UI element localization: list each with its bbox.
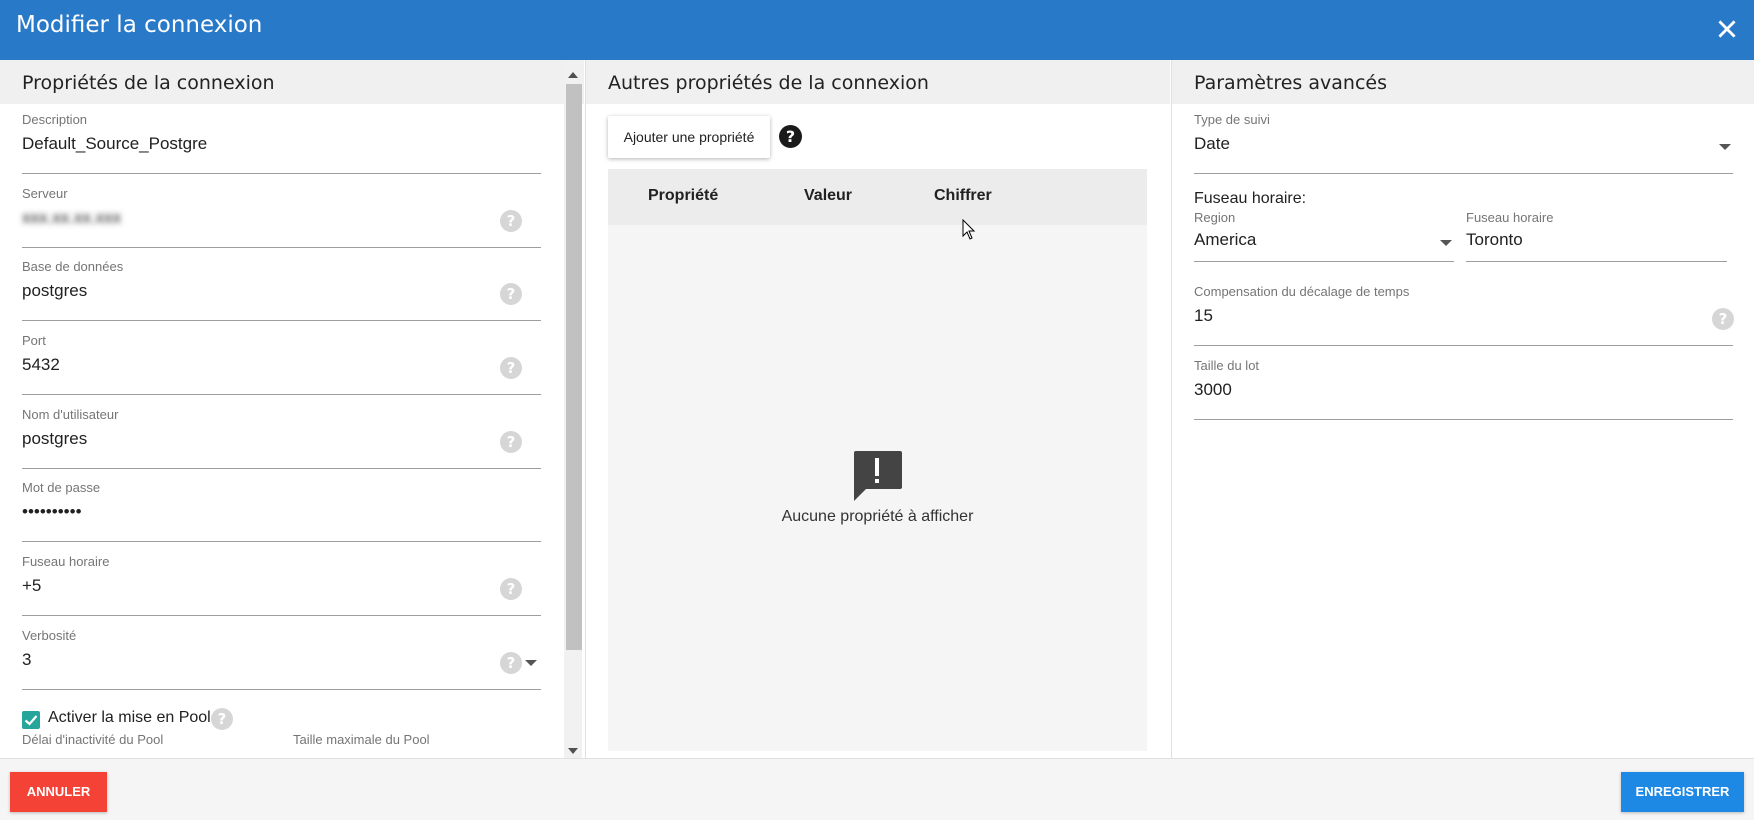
- connection-properties-panel: Propriétés de la connexion Description D…: [0, 60, 584, 758]
- username-value[interactable]: postgres: [22, 429, 87, 449]
- cancel-button[interactable]: ANNULER: [10, 772, 107, 812]
- close-icon[interactable]: [1714, 16, 1740, 42]
- timezone-section-title: Fuseau horaire:: [1194, 190, 1307, 207]
- pool-max-label: Taille maximale du Pool: [293, 732, 430, 747]
- help-icon[interactable]: ?: [500, 578, 522, 600]
- username-label: Nom d'utilisateur: [22, 407, 119, 422]
- other-properties-heading: Autres propriétés de la connexion: [586, 60, 1170, 104]
- help-icon[interactable]: ?: [1712, 308, 1734, 330]
- connection-properties-heading: Propriétés de la connexion: [0, 60, 584, 104]
- server-label: Serveur: [22, 186, 68, 201]
- tracking-type-label: Type de suivi: [1194, 112, 1270, 127]
- timezone-city-label: Fuseau horaire: [1466, 210, 1554, 225]
- advanced-settings-panel: Paramètres avancés Type de suivi Date Fu…: [1171, 60, 1754, 758]
- verbosity-value[interactable]: 3: [22, 650, 31, 670]
- batch-size-label: Taille du lot: [1194, 358, 1260, 373]
- database-field[interactable]: Base de données postgres ?: [22, 259, 541, 321]
- dialog-footer: ANNULER ENREGISTRER: [0, 758, 1754, 820]
- help-icon[interactable]: ?: [211, 708, 233, 730]
- time-offset-label: Compensation du décalage de temps: [1194, 284, 1410, 299]
- timezone-label: Fuseau horaire: [22, 554, 110, 569]
- help-icon[interactable]: ?: [500, 357, 522, 379]
- dropdown-caret-icon[interactable]: [1719, 144, 1731, 150]
- server-value[interactable]: xxx.xx.xx.xxx: [22, 208, 121, 228]
- help-icon[interactable]: ?: [779, 125, 802, 148]
- dialog-title: Modifier la connexion: [16, 12, 263, 38]
- dropdown-caret-icon[interactable]: [525, 660, 537, 666]
- column-value[interactable]: Valeur: [804, 187, 852, 205]
- timezone-value[interactable]: +5: [22, 576, 41, 596]
- mouse-cursor-icon: [962, 219, 976, 240]
- help-icon[interactable]: ?: [500, 431, 522, 453]
- time-offset-field[interactable]: Compensation du décalage de temps 15 ?: [1194, 284, 1734, 346]
- scroll-down-arrow-icon[interactable]: [568, 748, 578, 754]
- table-header: Propriété Valeur Chiffrer: [608, 169, 1147, 225]
- username-field[interactable]: Nom d'utilisateur postgres ?: [22, 407, 541, 469]
- password-field[interactable]: Mot de passe ••••••••••: [22, 480, 541, 542]
- column-property[interactable]: Propriété: [648, 187, 718, 205]
- advanced-settings-heading: Paramètres avancés: [1172, 60, 1754, 104]
- pool-checkbox[interactable]: [22, 711, 40, 729]
- database-value[interactable]: postgres: [22, 281, 87, 301]
- checkmark-icon: [24, 715, 38, 726]
- help-icon[interactable]: ?: [500, 210, 522, 232]
- time-offset-value[interactable]: 15: [1194, 306, 1213, 326]
- server-field[interactable]: Serveur xxx.xx.xx.xxx ?: [22, 186, 541, 248]
- save-button[interactable]: ENREGISTRER: [1621, 772, 1744, 812]
- column-encrypt[interactable]: Chiffrer: [934, 187, 992, 205]
- verbosity-select[interactable]: Verbosité 3 ?: [22, 628, 541, 690]
- dialog-header: Modifier la connexion: [0, 0, 1754, 60]
- properties-table: Propriété Valeur Chiffrer Aucune proprié…: [608, 169, 1147, 751]
- pool-idle-label: Délai d'inactivité du Pool: [22, 732, 164, 747]
- help-icon[interactable]: ?: [500, 652, 522, 674]
- timezone-field[interactable]: Fuseau horaire +5 ?: [22, 554, 541, 616]
- verbosity-label: Verbosité: [22, 628, 77, 643]
- region-select[interactable]: Region America: [1194, 210, 1454, 262]
- scrollbar-thumb[interactable]: [566, 84, 582, 650]
- password-label: Mot de passe: [22, 480, 101, 495]
- tracking-type-value[interactable]: Date: [1194, 134, 1230, 154]
- scroll-up-arrow-icon[interactable]: [568, 72, 578, 78]
- empty-message: Aucune propriété à afficher: [781, 508, 974, 525]
- region-label: Region: [1194, 210, 1236, 225]
- add-property-button[interactable]: Ajouter une propriété: [608, 116, 770, 158]
- dropdown-caret-icon[interactable]: [1440, 240, 1452, 246]
- pool-checkbox-label: Activer la mise en Pool: [48, 709, 211, 726]
- help-icon[interactable]: ?: [500, 283, 522, 305]
- batch-size-field[interactable]: Taille du lot 3000: [1194, 358, 1733, 420]
- description-value[interactable]: Default_Source_Postgre: [22, 134, 207, 154]
- timezone-city-field[interactable]: Fuseau horaire Toronto: [1466, 210, 1727, 262]
- alert-message-icon: [854, 451, 902, 501]
- timezone-city-value[interactable]: Toronto: [1466, 230, 1523, 250]
- region-value[interactable]: America: [1194, 230, 1256, 250]
- port-field[interactable]: Port 5432 ?: [22, 333, 541, 395]
- port-label: Port: [22, 333, 46, 348]
- database-label: Base de données: [22, 259, 124, 274]
- port-value[interactable]: 5432: [22, 355, 60, 375]
- description-field[interactable]: Description Default_Source_Postgre: [22, 112, 541, 174]
- batch-size-value[interactable]: 3000: [1194, 380, 1232, 400]
- description-label: Description: [22, 112, 88, 127]
- tracking-type-select[interactable]: Type de suivi Date: [1194, 112, 1733, 174]
- password-value[interactable]: ••••••••••: [22, 502, 82, 522]
